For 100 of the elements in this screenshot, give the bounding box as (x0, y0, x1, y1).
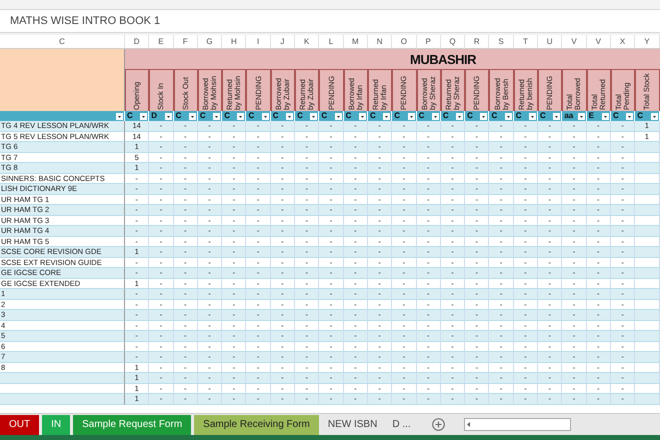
column-header[interactable]: M (344, 35, 368, 49)
filter-cell: C (125, 111, 150, 121)
filter-dropdown-icon[interactable] (188, 112, 196, 120)
table-cell (635, 320, 660, 331)
column-header[interactable]: U (538, 35, 562, 49)
filter-cell: C (222, 111, 246, 121)
filter-dropdown-icon[interactable] (286, 112, 294, 120)
table-cell (635, 236, 660, 247)
filter-dropdown-icon[interactable] (358, 112, 366, 120)
table-cell (635, 268, 660, 278)
filter-cell: C (465, 111, 490, 121)
table-cell (635, 226, 660, 236)
table-cell (635, 194, 660, 205)
filter-cell: D (149, 111, 174, 121)
sheet-tab[interactable]: OUT (0, 414, 40, 434)
scroll-left-icon[interactable] (464, 421, 472, 428)
column-header[interactable]: X (610, 35, 636, 49)
table-cell (635, 216, 660, 226)
filter-dropdown-icon[interactable] (334, 112, 342, 120)
column-header[interactable]: T (514, 35, 538, 49)
filter-cell: C (270, 111, 296, 121)
column-header[interactable]: S (489, 35, 514, 49)
sheet-tab[interactable]: Sample Receiving Form (194, 414, 319, 434)
column-header[interactable]: L (319, 35, 344, 49)
table-cell (635, 174, 660, 184)
table-cell (635, 362, 660, 373)
table-cell (635, 352, 660, 362)
column-header[interactable]: Q (440, 35, 466, 49)
table-cell (635, 247, 660, 258)
column-header[interactable]: K (295, 35, 320, 49)
column-header[interactable]: Y (635, 35, 660, 49)
filter-dropdown-icon[interactable] (262, 112, 269, 120)
formula-field[interactable]: MATHS WISE INTRO BOOK 1 (0, 9, 660, 33)
column-header[interactable]: J (270, 35, 296, 49)
column-header[interactable]: P (416, 35, 441, 49)
table-cell (635, 163, 660, 174)
column-header[interactable]: V (562, 35, 587, 49)
filter-cell: C (489, 111, 514, 121)
filter-dropdown-icon[interactable] (504, 112, 512, 120)
filter-dropdown-icon[interactable] (140, 112, 148, 120)
column-header[interactable]: I (246, 35, 271, 49)
filter-dropdown-icon[interactable] (626, 112, 634, 120)
table-cell (635, 384, 660, 394)
filter-dropdown-icon[interactable] (383, 112, 390, 120)
filter-dropdown-icon[interactable] (310, 112, 318, 120)
column-header[interactable]: R (465, 35, 490, 49)
filter-dropdown-icon[interactable] (553, 112, 560, 120)
column-header[interactable]: H (222, 35, 246, 49)
filter-cell: C (416, 111, 441, 121)
filter-dropdown-icon[interactable] (602, 112, 609, 120)
filter-cell: C (392, 111, 417, 121)
filter-cell: C (368, 111, 392, 121)
table-cell (635, 300, 660, 310)
filter-dropdown-icon[interactable] (578, 112, 585, 120)
filter-cell: C (319, 111, 344, 121)
column-header[interactable]: O (392, 35, 417, 49)
table-cell (635, 394, 660, 404)
column-header[interactable]: G (198, 35, 222, 49)
table-cell (635, 310, 660, 320)
filter-dropdown-icon[interactable] (432, 112, 439, 120)
filter-dropdown-icon[interactable] (408, 112, 415, 120)
table-cell (635, 289, 660, 300)
filter-cell: aa (562, 111, 587, 121)
filter-dropdown-icon[interactable] (480, 112, 488, 120)
column-header[interactable]: V (586, 35, 611, 49)
table-cell (635, 373, 660, 384)
filter-dropdown-icon[interactable] (164, 112, 172, 120)
filter-cell: E (586, 111, 611, 121)
filter-dropdown-icon[interactable] (116, 112, 123, 120)
filter-cell: C (174, 111, 198, 121)
table-cell (635, 331, 660, 342)
filter-cell: C (635, 111, 660, 121)
column-header[interactable]: F (174, 35, 198, 49)
sheet-tab[interactable]: NEW ISBN (322, 414, 384, 434)
sheet-tab[interactable]: Sample Request Form (73, 414, 192, 434)
column-header[interactable]: D (125, 35, 150, 49)
table-cell (635, 342, 660, 352)
filter-dropdown-icon[interactable] (237, 112, 244, 120)
table-cell (635, 258, 660, 268)
filter-cell: C (610, 111, 636, 121)
filter-cell: C (344, 111, 368, 121)
horizontal-scrollbar[interactable] (464, 418, 571, 431)
table-cell (635, 205, 660, 216)
column-header[interactable]: N (368, 35, 392, 49)
filter-cell: C (440, 111, 466, 121)
filter-cell: C (246, 111, 271, 121)
filter-dropdown-icon[interactable] (529, 112, 536, 120)
table-cell (635, 278, 660, 289)
filter-cell: C (295, 111, 320, 121)
filter-dropdown-icon[interactable] (650, 112, 658, 120)
column-header[interactable]: C (0, 35, 125, 49)
filter-dropdown-icon[interactable] (456, 112, 464, 120)
filter-dropdown-icon[interactable] (213, 112, 220, 120)
table-cell (635, 152, 660, 163)
sheet-tab[interactable]: D ... (386, 414, 417, 434)
column-header[interactable]: E (149, 35, 174, 49)
group-title: MUBASHIR (125, 49, 660, 69)
table-cell (635, 142, 660, 152)
table-cell (635, 184, 660, 194)
add-sheet-icon[interactable] (432, 418, 445, 431)
